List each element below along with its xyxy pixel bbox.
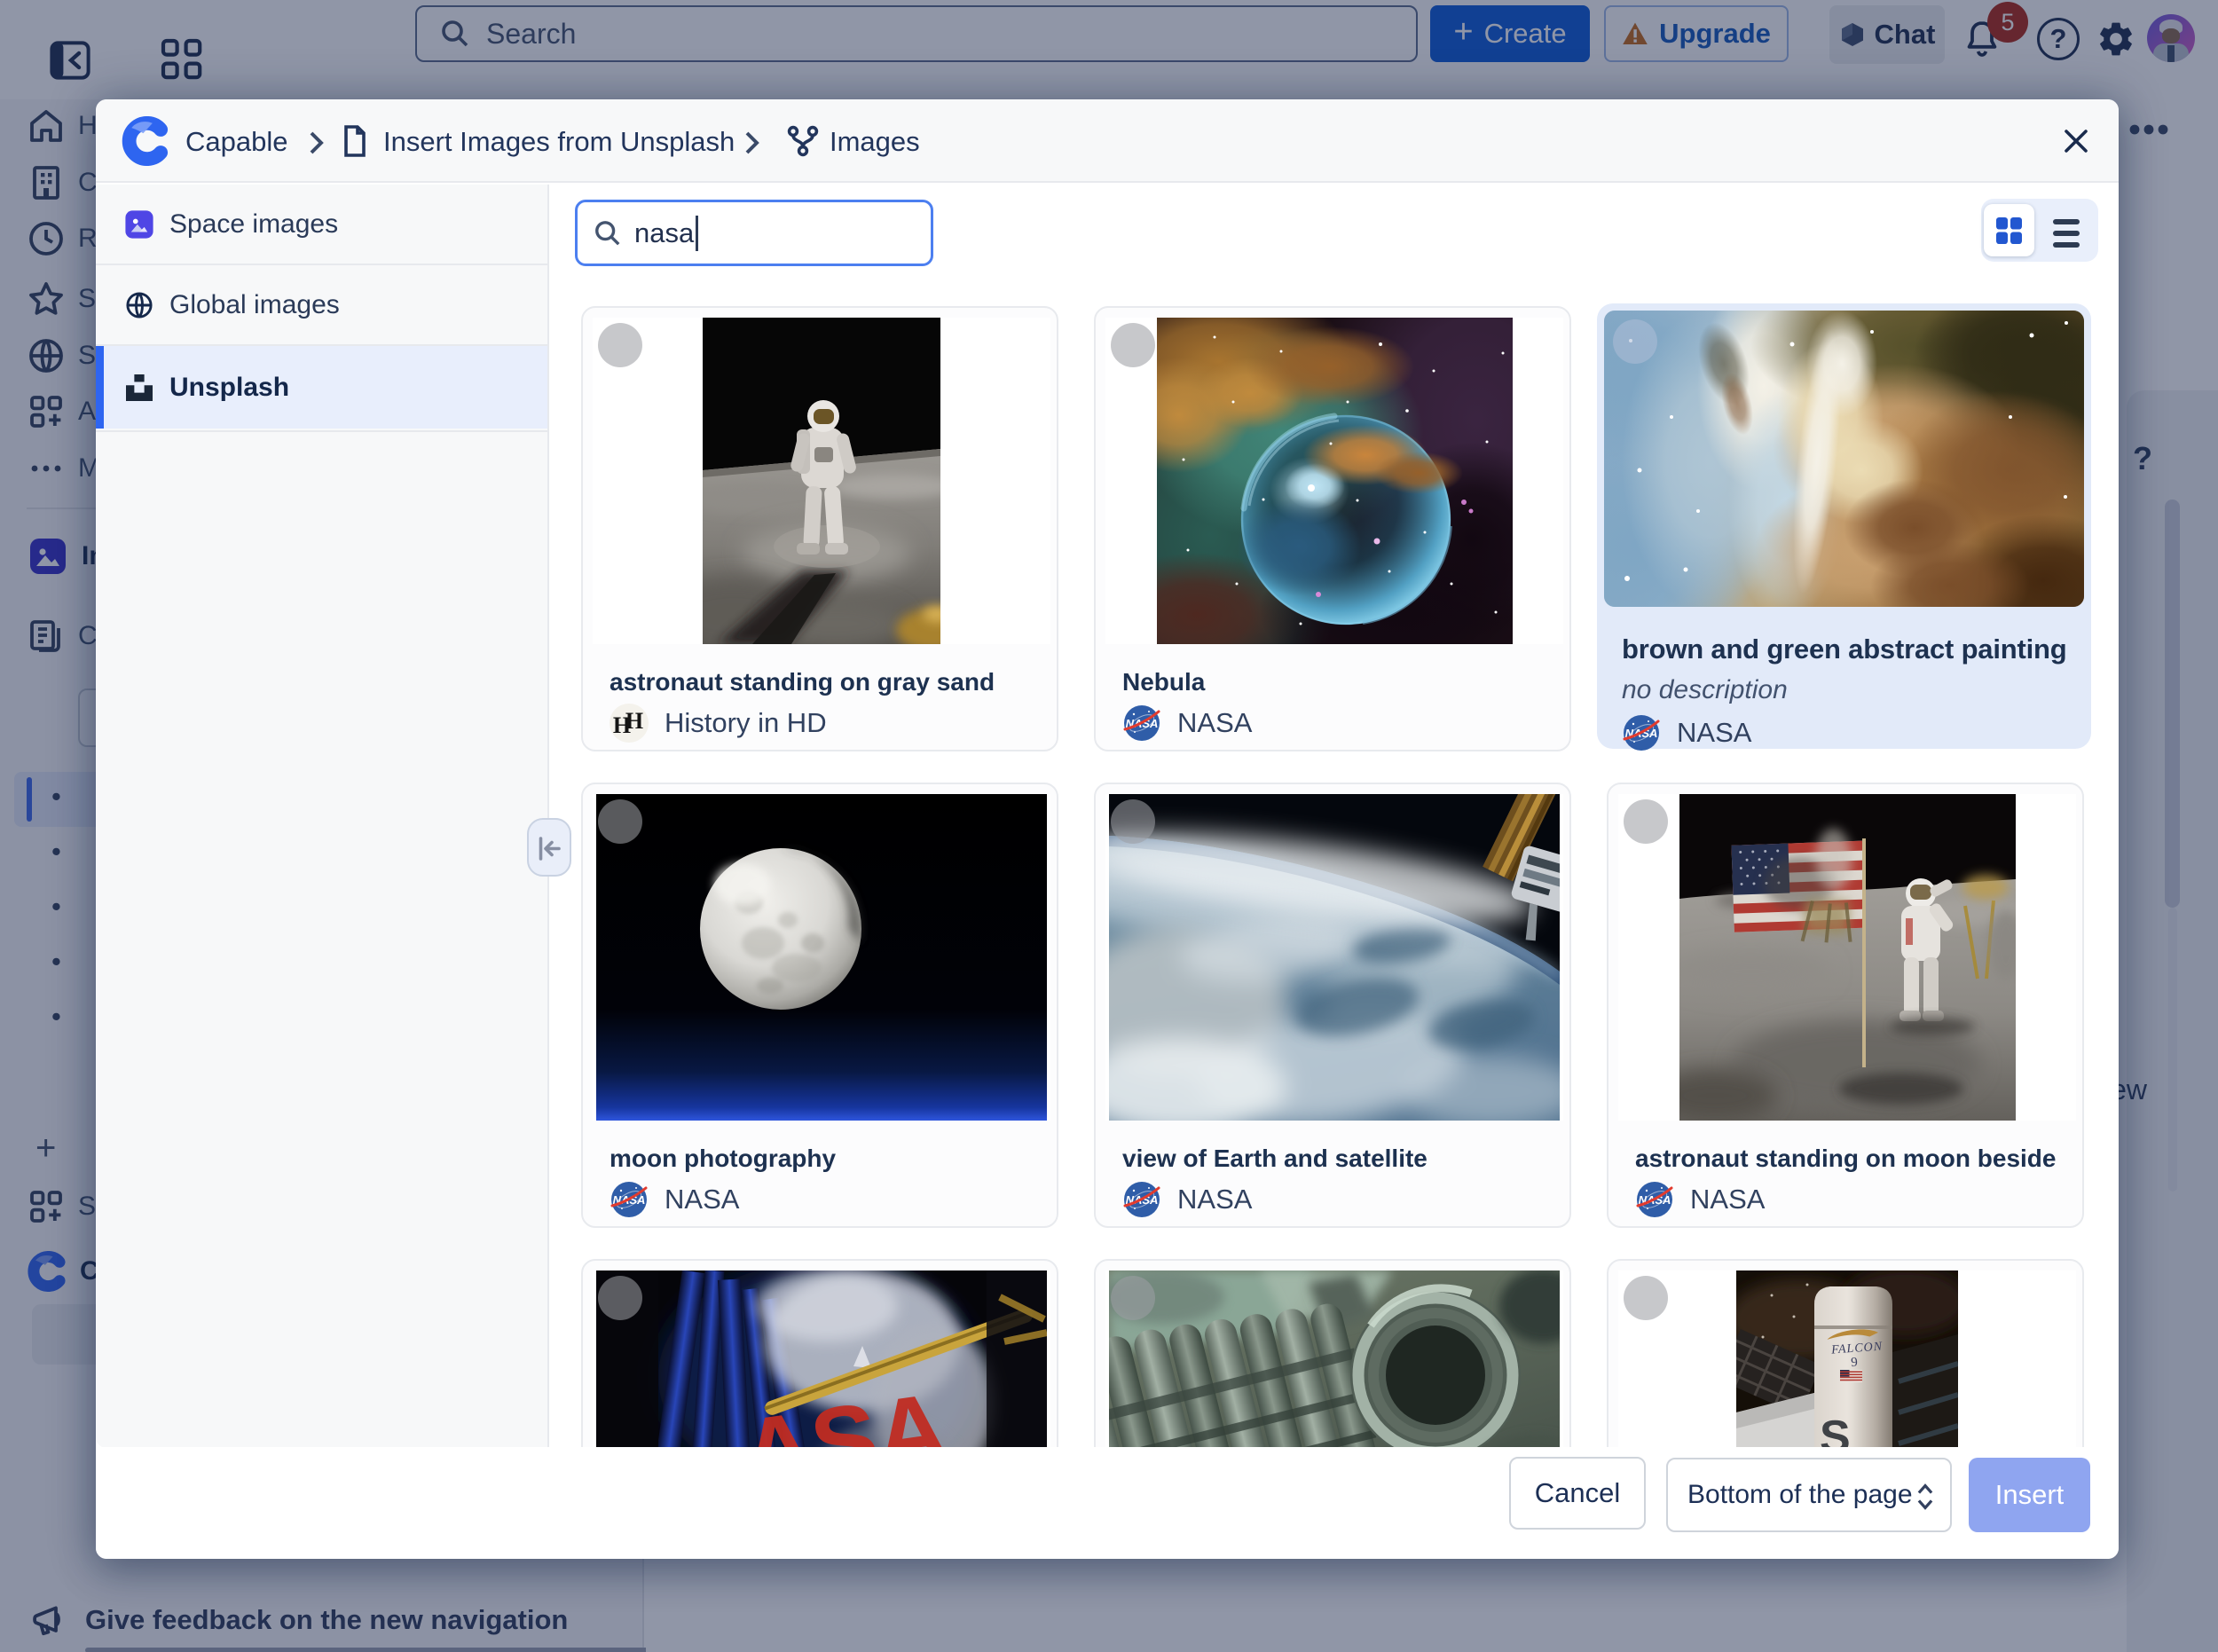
svg-text:9: 9 — [1851, 1356, 1859, 1370]
svg-text:H: H — [625, 708, 643, 734]
